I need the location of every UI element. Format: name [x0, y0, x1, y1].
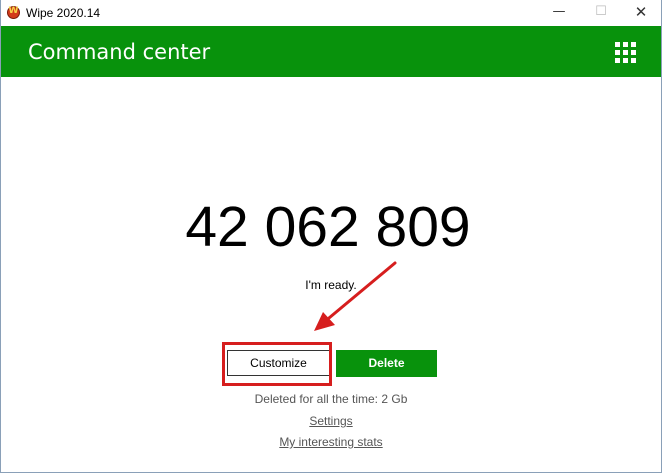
settings-link-row: Settings	[1, 414, 661, 428]
stats-link[interactable]: My interesting stats	[279, 435, 382, 449]
deleted-total-text: Deleted for all the time: 2 Gb	[254, 392, 408, 406]
maximize-button[interactable]: ☐	[581, 0, 621, 26]
window-title: Wipe 2020.14	[26, 6, 101, 20]
app-window: Wipe 2020.14 — ☐ ✕ Command center 42 062…	[0, 0, 662, 473]
counter-value: 42 062 809	[185, 195, 471, 259]
delete-button[interactable]: Delete	[336, 350, 437, 377]
grid-menu-icon[interactable]	[615, 42, 636, 63]
title-bar: Wipe 2020.14 — ☐ ✕	[1, 0, 661, 26]
page-title: Command center	[28, 40, 211, 64]
stats-link-row: My interesting stats	[1, 435, 661, 449]
status-text: I'm ready.	[305, 278, 357, 292]
app-logo-icon	[7, 6, 20, 19]
annotation-arrow-head	[314, 312, 335, 331]
annotation-highlight-box	[222, 342, 332, 386]
header-bar: Command center	[1, 26, 661, 77]
close-button[interactable]: ✕	[621, 0, 661, 26]
settings-link[interactable]: Settings	[309, 414, 352, 428]
minimize-button[interactable]: —	[539, 0, 579, 26]
